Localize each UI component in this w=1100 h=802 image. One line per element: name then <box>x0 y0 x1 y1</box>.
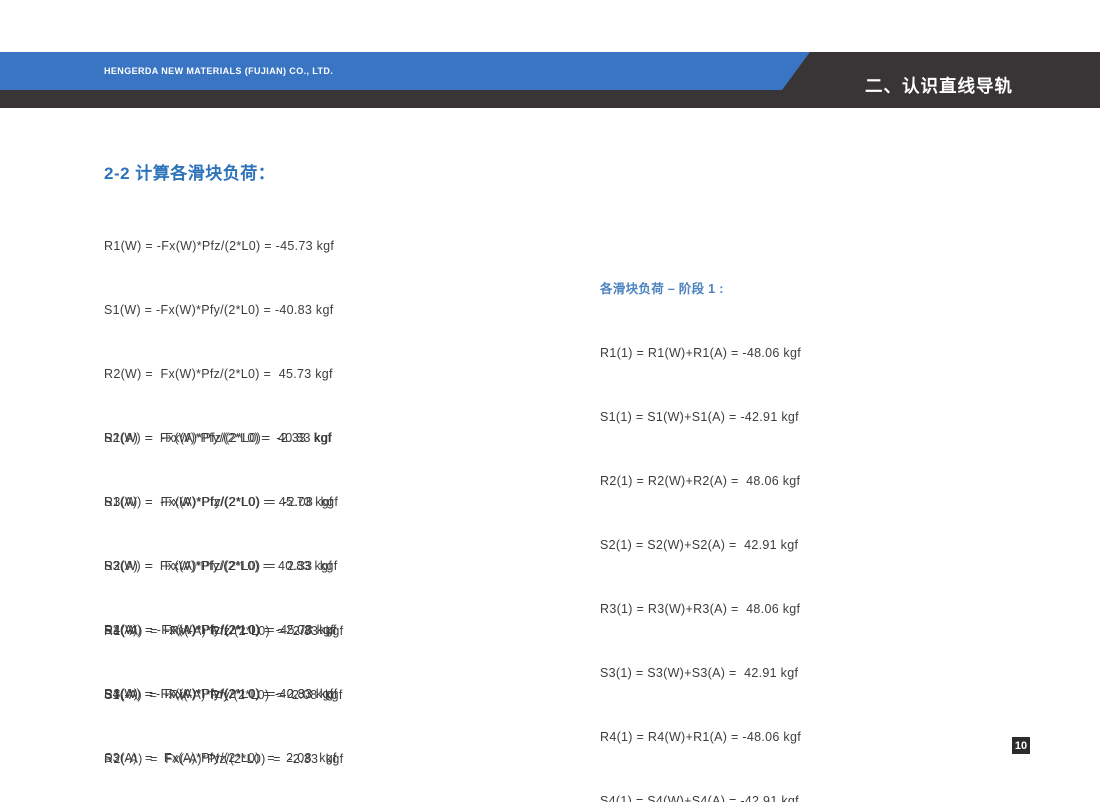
formula-line: R1(-A) = -Fx(-A)*Pfz/(2*L0) = 2.33 kgf <box>104 621 343 642</box>
right-column: 各滑块负荷 – 阶段 1 : R1(1) = R1(W)+R1(A) = -48… <box>600 172 806 802</box>
page-number-badge: 10 <box>1012 737 1030 754</box>
formula-line: R2(W) = Fx(W)*Pfz/(2*L0) = 45.73 kgf <box>104 364 334 385</box>
formula-line: S1(W) = -Fx(W)*Pfy/(2*L0) = -40.83 kgf <box>104 300 334 321</box>
formula-line: R1(W) = -Fx(W)*Pfz/(2*L0) = -45.73 kgf <box>104 236 334 257</box>
formula-line: R3(1) = R3(W)+R3(A) = 48.06 kgf <box>600 599 806 620</box>
formula-line: S2(1) = S2(W)+S2(A) = 42.91 kgf <box>600 535 806 556</box>
formula-line: R2(-A) = Fx(-A)*Pfz/(2*L0) = -2.33 kgf <box>104 749 343 770</box>
formula-line: S1(1) = S1(W)+S1(A) = -42.91 kgf <box>600 407 806 428</box>
formula-line: R2(1) = R2(W)+R2(A) = 48.06 kgf <box>600 471 806 492</box>
formula-line: R1(1) = R1(W)+R1(A) = -48.06 kgf <box>600 343 806 364</box>
formula-line: R1(A) = -Fx(A)*Pfz/(2*L0)= -2.33 kgf <box>104 428 339 449</box>
formula-line: R4(1) = R4(W)+R1(A) = -48.06 kgf <box>600 727 806 748</box>
stage-1-section: 各滑块负荷 – 阶段 1 : R1(1) = R1(W)+R1(A) = -48… <box>600 236 806 802</box>
page-title: 2-2 计算各滑块负荷： <box>104 159 275 184</box>
formula-line: S1(-A) = -Fx(-A)*Pfy/(2*L0) = 2.08 kgf <box>104 685 343 706</box>
formula-line: S3(1) = S3(W)+S3(A) = 42.91 kgf <box>600 663 806 684</box>
formula-line: R2(A) = Fx(A)*Pfz/(2*L0) = 2.33 kgf <box>104 556 339 577</box>
slide-page: HENGERDA NEW MATERIALS (FUJIAN) CO., LTD… <box>0 0 1100 802</box>
formula-line: S4(1) = S4(W)+S4(A) = -42.91 kgf <box>600 791 806 802</box>
stage-1-heading: 各滑块负荷 – 阶段 1 : <box>600 279 806 300</box>
section-title: 二、认识直线导轨 <box>865 52 1013 113</box>
formula-group-decel-minus-a: R1(-A) = -Fx(-A)*Pfz/(2*L0) = 2.33 kgf S… <box>104 578 343 802</box>
company-name: HENGERDA NEW MATERIALS (FUJIAN) CO., LTD… <box>104 52 333 90</box>
formula-line: S1(A) = -Fx(A)*Pfy/(2*L0) = -2.08 kgf <box>104 492 339 513</box>
